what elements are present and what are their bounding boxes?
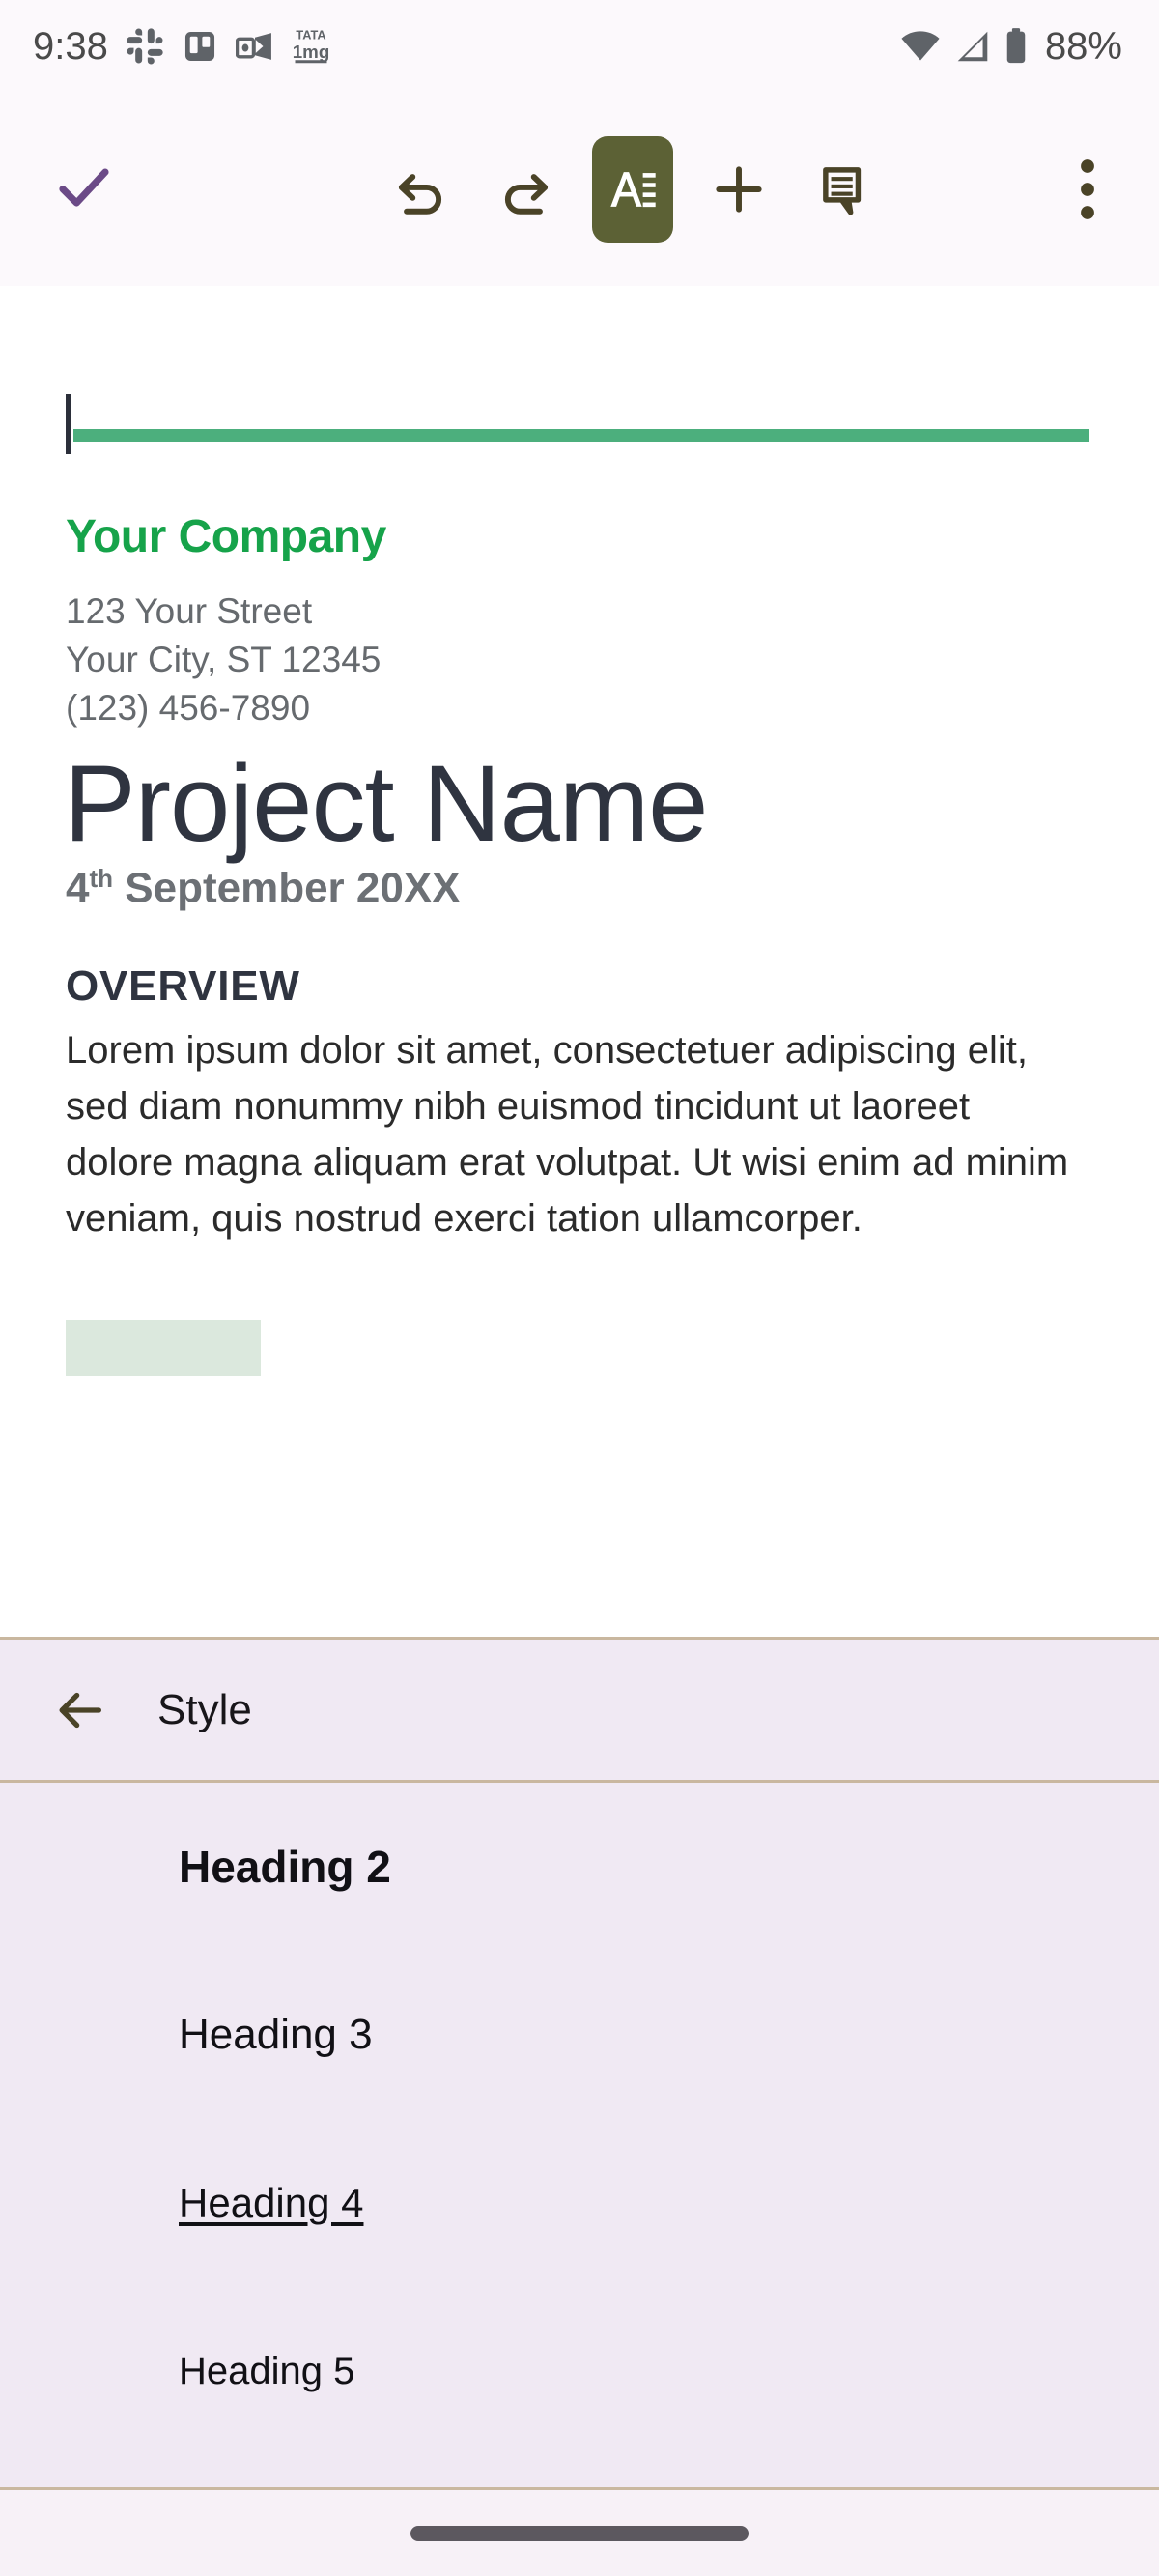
battery-icon: [1006, 28, 1026, 64]
slack-icon: [127, 28, 163, 65]
style-bottom-sheet: Style Heading 2 Heading 3 Heading 4 Head…: [0, 1637, 1159, 2576]
trello-icon: [184, 31, 214, 62]
style-option-label: Heading 2: [179, 1842, 391, 1892]
done-check-button[interactable]: [52, 156, 116, 224]
style-option-label: Heading 4: [179, 2180, 364, 2225]
redo-icon: [504, 174, 549, 215]
date-ordinal: th: [89, 864, 114, 893]
status-bar-left: 9:38 TATA 1mg: [33, 25, 330, 69]
tata-1mg-icon: TATA 1mg: [293, 28, 330, 64]
app-screen: 9:38 TATA 1mg 88% Your Company 123 Your …: [0, 0, 1159, 2576]
check-icon: [59, 168, 109, 207]
document-canvas[interactable]: Your Company 123 Your Street Your City, …: [0, 286, 1159, 1637]
style-option-heading-2[interactable]: Heading 2: [0, 1783, 1159, 1951]
style-options-list: Heading 2 Heading 3 Heading 4 Heading 5: [0, 1783, 1159, 2455]
style-option-heading-3[interactable]: Heading 3: [0, 1951, 1159, 2119]
svg-text:TATA: TATA: [296, 28, 325, 43]
project-date: 4th September 20XX: [66, 864, 461, 913]
back-button[interactable]: [27, 1639, 133, 1782]
green-divider-line: [73, 429, 1089, 442]
system-navigation-bar: [0, 2487, 1159, 2576]
status-bar: 9:38 TATA 1mg 88%: [0, 0, 1159, 93]
redo-button[interactable]: [473, 93, 580, 286]
style-option-label: Heading 3: [179, 2011, 373, 2058]
home-gesture-pill[interactable]: [410, 2525, 749, 2541]
cellular-signal-icon: [957, 31, 988, 62]
status-clock: 9:38: [33, 24, 108, 68]
format-text-icon: [610, 172, 656, 208]
date-day: 4: [66, 864, 90, 912]
more-vertical-icon: [1081, 159, 1094, 219]
body-paragraph: Lorem ipsum dolor sit amet, consectetuer…: [66, 1029, 1069, 1240]
add-button[interactable]: [686, 93, 792, 286]
style-sheet-title: Style: [157, 1685, 252, 1733]
style-sheet-header: Style: [0, 1640, 1159, 1783]
format-text-chip[interactable]: [592, 136, 673, 243]
style-option-heading-5[interactable]: Heading 5: [0, 2287, 1159, 2455]
editor-toolbar: [0, 93, 1159, 286]
document-rule: [66, 394, 1089, 460]
company-name: Your Company: [66, 511, 386, 562]
text-cursor: [66, 394, 71, 454]
format-text-button[interactable]: [580, 93, 686, 286]
style-option-heading-4[interactable]: Heading 4: [0, 2119, 1159, 2287]
plus-icon: [716, 166, 762, 213]
highlighted-text-block: [66, 1320, 261, 1376]
outlook-icon: [235, 33, 271, 60]
battery-percentage: 88%: [1044, 24, 1122, 68]
undo-button[interactable]: [367, 93, 473, 286]
section-heading-overview: OVERVIEW: [66, 962, 300, 1010]
more-options-button[interactable]: [1049, 131, 1126, 247]
comment-button[interactable]: [792, 93, 898, 286]
undo-icon: [398, 174, 442, 215]
status-bar-right: 88%: [900, 25, 1122, 69]
svg-text:1mg: 1mg: [293, 42, 330, 62]
style-option-label: Heading 5: [179, 2349, 355, 2392]
wifi-icon: [901, 31, 940, 61]
comment-icon: [823, 167, 862, 215]
project-title: Project Name: [64, 743, 708, 864]
date-rest: September 20XX: [113, 864, 461, 912]
address-line-3: (123) 456-7890: [66, 688, 311, 728]
address-line-1: 123 Your Street: [66, 591, 313, 631]
address-line-2: Your City, ST 12345: [66, 640, 382, 679]
arrow-left-icon: [59, 1692, 101, 1728]
toolbar-actions: [367, 93, 898, 286]
